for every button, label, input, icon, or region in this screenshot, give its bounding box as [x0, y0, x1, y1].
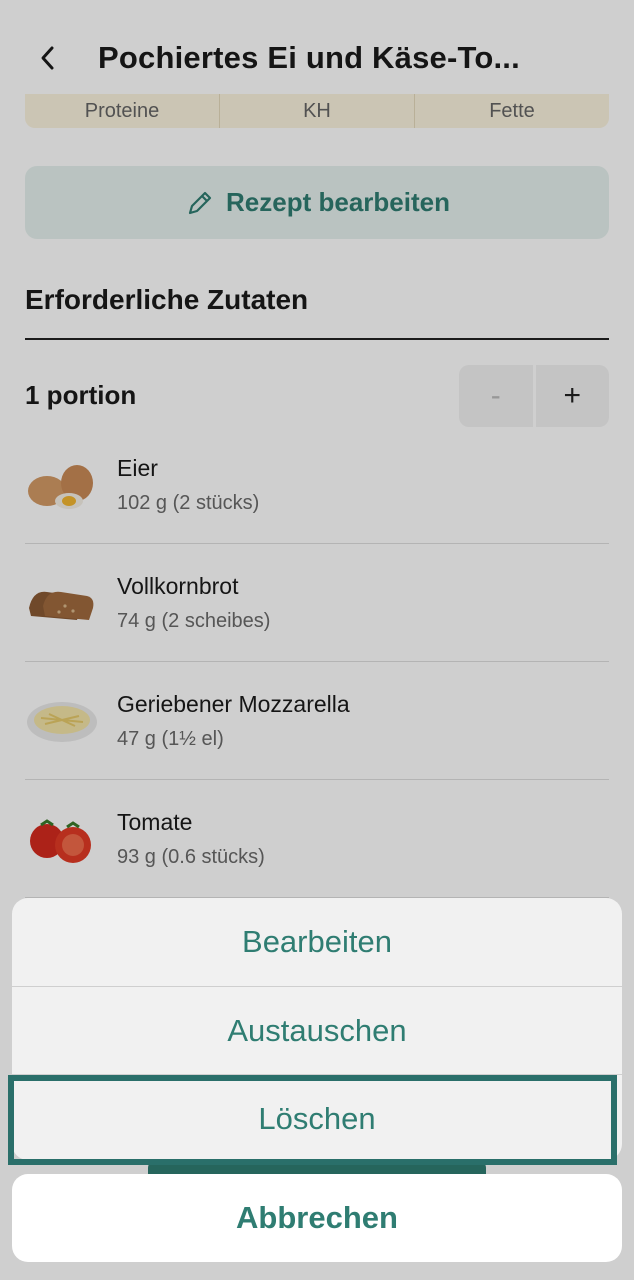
cancel-button[interactable]: Abbrechen [12, 1174, 622, 1262]
action-sheet: Bearbeiten Austauschen Löschen [12, 898, 622, 1160]
delete-action-button[interactable]: Löschen [12, 1074, 622, 1160]
edit-action-button[interactable]: Bearbeiten [12, 898, 622, 986]
swap-action-button[interactable]: Austauschen [12, 986, 622, 1074]
